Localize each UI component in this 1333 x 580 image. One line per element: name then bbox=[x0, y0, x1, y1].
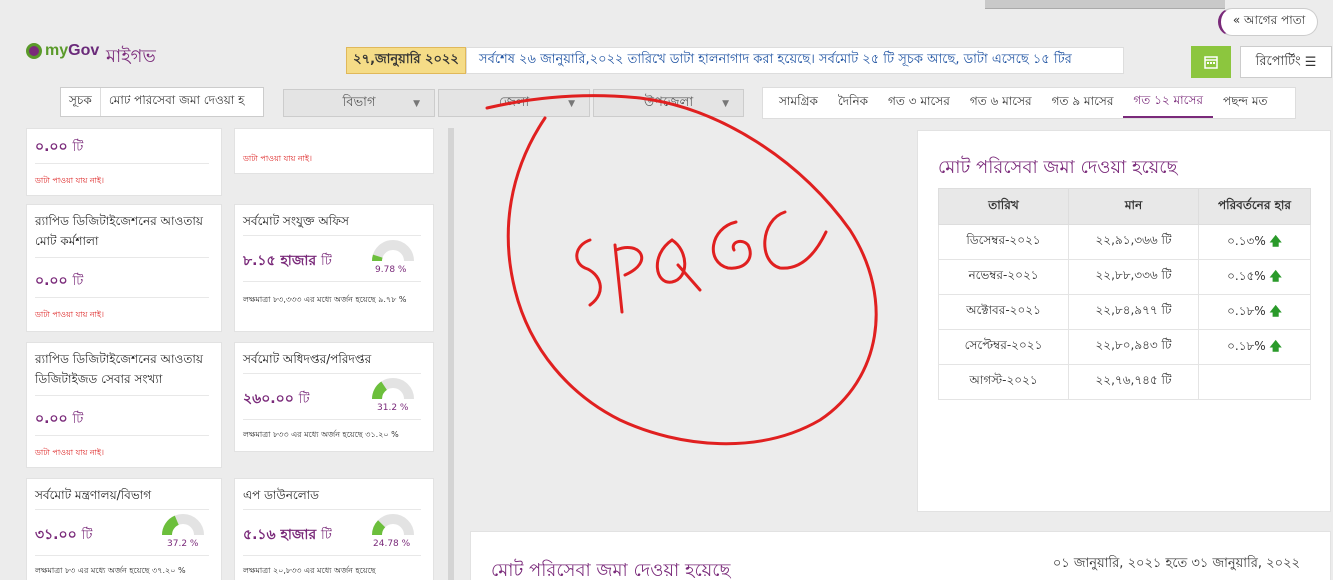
date-range: ০১ জানুয়ারি, ২০২১ হতে ৩১ জানুয়ারি, ২০২… bbox=[1052, 556, 1300, 571]
card-title: সর্বমোট সংযুক্ত অফিস bbox=[243, 214, 349, 228]
card-note: লক্ষমাত্রা ২০,৮৩৩ এর মধ্যে অর্জন হয়েছে bbox=[243, 566, 376, 575]
card-note: ডাটা পাওয়া যায় নাই। bbox=[243, 154, 312, 163]
table-row: ডিসেম্বর-২০২১ ২২,৯১,৩৬৬ টি ০.১৩% 🡅 bbox=[938, 224, 1311, 260]
gauge-fill bbox=[372, 520, 386, 536]
column-header: তারিখ bbox=[938, 188, 1069, 225]
indicator-card[interactable]: র‍্যাপিড ডিজিটাইজেশনের আওতায় ডিজিটাইজড … bbox=[26, 342, 222, 468]
district-select[interactable]: জেলা ▼ bbox=[438, 89, 590, 117]
gauge-icon bbox=[372, 514, 414, 536]
card-title: এপ ডাউনলোড bbox=[243, 488, 319, 502]
browser-strip bbox=[985, 0, 1225, 9]
column-header: মান bbox=[1068, 188, 1199, 225]
update-notice: সর্বশেষ ২৬ জানুয়ারি,২০২২ তারিখে ডাটা হা… bbox=[466, 47, 1124, 74]
panel-title: মোট পরিসেবা জমা দেওয়া হয়েছে bbox=[938, 157, 1178, 178]
indicator-label: সূচক bbox=[61, 88, 101, 116]
arrow-up-icon: 🡅 bbox=[1269, 233, 1282, 248]
tab-12-months[interactable]: গত ১২ মাসের bbox=[1123, 88, 1214, 118]
mygov-logo[interactable]: myGov bbox=[26, 42, 99, 60]
logo-icon bbox=[26, 43, 42, 59]
gauge-icon bbox=[372, 378, 414, 400]
indicator-card[interactable]: ০.০০ টি ডাটা পাওয়া যায় নাই। bbox=[26, 128, 222, 196]
reporting-label: রিপোর্টিং bbox=[1255, 53, 1301, 69]
trend-panel: মোট পরিসেবা জমা দেওয়া হয়েছে ০১ জানুয়া… bbox=[470, 531, 1331, 580]
tab-overall[interactable]: সামগ্রিক bbox=[769, 88, 828, 118]
indicator-card[interactable]: সর্বমোট অধিদপ্তর/পরিদপ্তর ২৬০.০০ টি 31.2… bbox=[234, 342, 434, 452]
chevron-down-icon: ▼ bbox=[413, 99, 420, 109]
gauge-icon bbox=[162, 514, 204, 536]
division-select[interactable]: বিভাগ ▼ bbox=[283, 89, 435, 117]
arrow-up-icon: 🡅 bbox=[1269, 268, 1282, 283]
gauge-fill bbox=[372, 381, 388, 400]
chevron-down-icon: ▼ bbox=[722, 99, 729, 109]
indicator-card[interactable]: এপ ডাউনলোড ৫.১৬ হাজার টি 24.78 % লক্ষমাত… bbox=[234, 478, 434, 580]
indicator-card[interactable]: সর্বমোট সংযুক্ত অফিস ৮.১৫ হাজার টি 9.78 … bbox=[234, 204, 434, 332]
indicator-selector[interactable]: সূচক bbox=[60, 87, 264, 117]
table-row: অক্টোবর-২০২১ ২২,৮৪,৯৭৭ টি ০.১৮% 🡅 bbox=[938, 294, 1311, 330]
gauge-fill bbox=[372, 254, 383, 262]
hamburger-icon: ☰ bbox=[1304, 54, 1317, 70]
summary-panel: মোট পরিসেবা জমা দেওয়া হয়েছে তারিখ মান … bbox=[917, 130, 1331, 512]
chevron-down-icon: ▼ bbox=[568, 99, 575, 109]
arrow-up-icon: 🡅 bbox=[1269, 338, 1282, 353]
indicator-card[interactable]: সর্বমোট মন্ত্রণালয়/বিভাগ ৩১.০০ টি 37.2 … bbox=[26, 478, 222, 580]
card-title: সর্বমোট অধিদপ্তর/পরিদপ্তর bbox=[243, 352, 372, 366]
summary-table: তারিখ মান পরিবর্তনের হার ডিসেম্বর-২০২১ ২… bbox=[938, 188, 1311, 400]
tab-6-months[interactable]: গত ৬ মাসের bbox=[960, 88, 1042, 118]
gauge-icon bbox=[372, 240, 414, 262]
card-note: লক্ষমাত্রা ৮৩,৩৩৩ এর মধ্যে অর্জন হয়েছে … bbox=[243, 295, 407, 304]
arrow-up-icon: 🡅 bbox=[1269, 303, 1282, 318]
table-row: সেপ্টেম্বর-২০২১ ২২,৮০,৯৪৩ টি ০.১৮% 🡅 bbox=[938, 329, 1311, 365]
card-note: লক্ষমাত্রা ৮৩ এর মধ্যে অর্জন হয়েছে ৩৭.২… bbox=[35, 566, 186, 575]
indicator-card[interactable]: র‍্যাপিড ডিজিটাইজেশনের আওতায় মোট কর্মশা… bbox=[26, 204, 222, 332]
card-note: ডাটা পাওয়া যায় নাই। bbox=[35, 448, 104, 457]
card-note: লক্ষমাত্রা ৮৩৩ এর মধ্যে অর্জন হয়েছে ৩১.… bbox=[243, 430, 399, 439]
reporting-button[interactable]: রিপোর্টিং ☰ bbox=[1240, 46, 1332, 78]
table-row: আগস্ট-২০২১ ২২,৭৬,৭৪৫ টি bbox=[938, 364, 1311, 400]
panel-title: মোট পরিসেবা জমা দেওয়া হয়েছে bbox=[491, 560, 731, 580]
indicator-card[interactable]: ডাটা পাওয়া যায় নাই। bbox=[234, 128, 434, 174]
card-title: র‍্যাপিড ডিজিটাইজেশনের আওতায় মোট কর্মশা… bbox=[35, 214, 203, 248]
calendar-button[interactable] bbox=[1191, 46, 1231, 78]
tab-custom[interactable]: পছন্দ মত bbox=[1213, 88, 1278, 118]
calendar-icon bbox=[1204, 56, 1218, 69]
tab-3-months[interactable]: গত ৩ মাসের bbox=[878, 88, 960, 118]
card-title: সর্বমোট মন্ত্রণালয়/বিভাগ bbox=[35, 488, 152, 502]
back-button[interactable]: « আগের পাতা bbox=[1218, 8, 1318, 36]
table-row: নভেম্বর-২০২১ ২২,৮৮,৩৩৬ টি ০.১৫% 🡅 bbox=[938, 259, 1311, 295]
tab-9-months[interactable]: গত ৯ মাসের bbox=[1042, 88, 1124, 118]
brand-title: মাইগভ bbox=[106, 46, 156, 67]
period-tabs: সামগ্রিক দৈনিক গত ৩ মাসের গত ৬ মাসের গত … bbox=[762, 87, 1296, 119]
upazila-select[interactable]: উপজেলা ▼ bbox=[593, 89, 744, 117]
indicator-input[interactable] bbox=[100, 95, 246, 109]
column-header: পরিবর্তনের হার bbox=[1198, 188, 1311, 225]
date-badge: ২৭,জানুয়ারি ২০২২ bbox=[346, 47, 466, 74]
gauge-fill bbox=[162, 515, 180, 536]
card-title: র‍্যাপিড ডিজিটাইজেশনের আওতায় ডিজিটাইজড … bbox=[35, 352, 203, 386]
splitter[interactable] bbox=[448, 128, 454, 580]
card-note: ডাটা পাওয়া যায় নাই। bbox=[35, 310, 104, 319]
tab-daily[interactable]: দৈনিক bbox=[828, 88, 878, 118]
card-note: ডাটা পাওয়া যায় নাই। bbox=[35, 176, 104, 185]
